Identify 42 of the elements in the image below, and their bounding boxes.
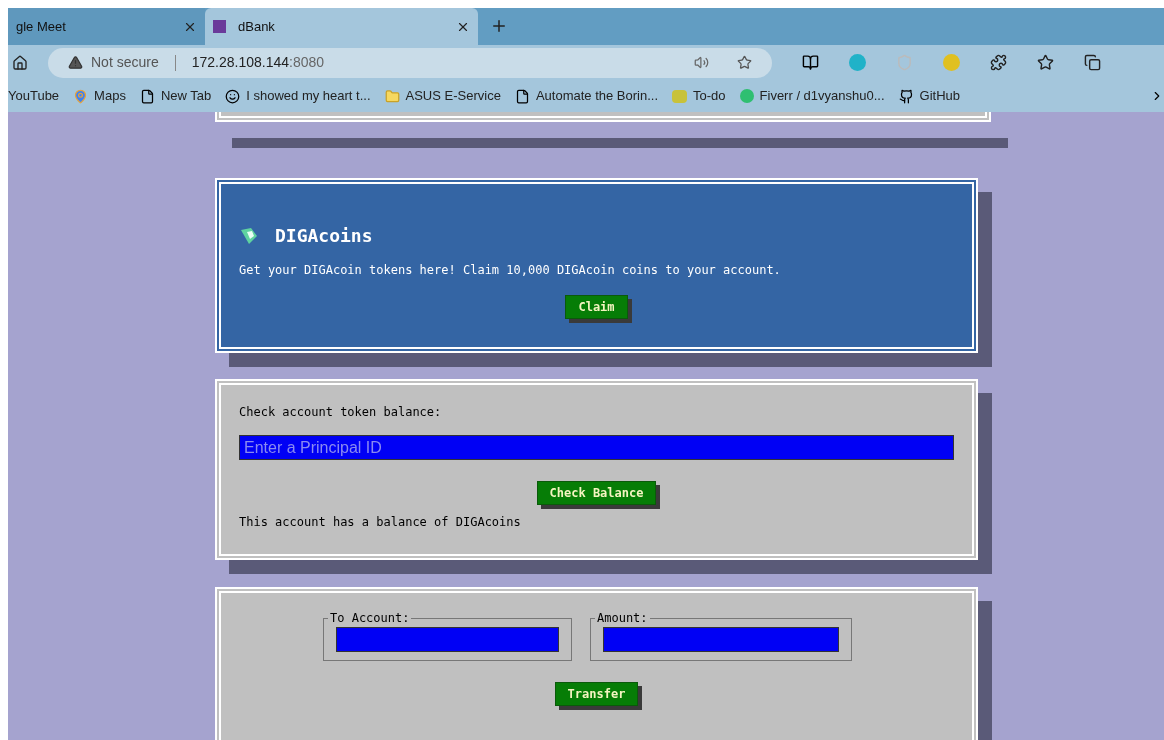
text-input[interactable] [336,627,559,652]
bookmark[interactable]: Automate the Borin... [514,86,658,106]
map-pin-icon [73,88,89,104]
site-favicon [213,20,226,33]
bookmark[interactable]: Fiverr / d1vyanshu0... [739,86,885,106]
principal-id-input[interactable]: Enter a Principal ID [239,435,954,460]
field-legend: To Account: [328,609,412,627]
bookmark[interactable]: New Tab [139,86,212,106]
home-icon[interactable] [12,54,28,71]
read-aloud-icon[interactable] [694,55,709,70]
coins-icon [239,226,259,245]
extensions-icon[interactable] [990,54,1007,71]
smile-icon [225,88,241,104]
field-label: Check account token balance: [239,404,443,421]
bookmark[interactable]: YouTube [8,86,60,106]
page-icon [139,88,155,104]
balance-result-text: This account has a balance of DIGAcoins [239,514,522,531]
collections-icon[interactable] [1084,54,1101,71]
browser-tab[interactable]: gle Meet [8,8,205,45]
bookmark[interactable]: Maps [73,86,126,106]
bookmark[interactable]: To-do [672,86,726,106]
folder-icon [384,88,400,104]
new-tab-icon[interactable] [490,17,508,35]
tab-title: gle Meet [16,17,67,36]
text-input[interactable] [603,627,839,652]
favorites-icon[interactable] [1037,54,1054,71]
bookmark[interactable]: GitHub [898,86,960,106]
page-icon [514,88,530,104]
card-title: DIGAcoins [275,224,373,248]
field-legend: Amount: [595,609,650,627]
address-bar[interactable]: Not secure 172.28.108.144:8080 [48,47,772,78]
security-label: Not secure [91,53,159,72]
reader-icon[interactable] [802,54,819,71]
bookmark[interactable]: ASUS E-Service [384,86,501,106]
bookmark[interactable]: I showed my heart t... [225,86,371,106]
tab-title: dBank [238,17,276,36]
url-text: 172.28.108.144:8080 [191,53,326,72]
github-icon [898,88,914,104]
add-favorite-icon[interactable] [737,55,752,70]
browser-tab[interactable]: dBank [205,8,478,45]
warning-icon [68,55,83,70]
description-text: Get your DIGAcoin tokens here! Claim 10,000 DIGAcoin coins to your account. [239,262,782,279]
